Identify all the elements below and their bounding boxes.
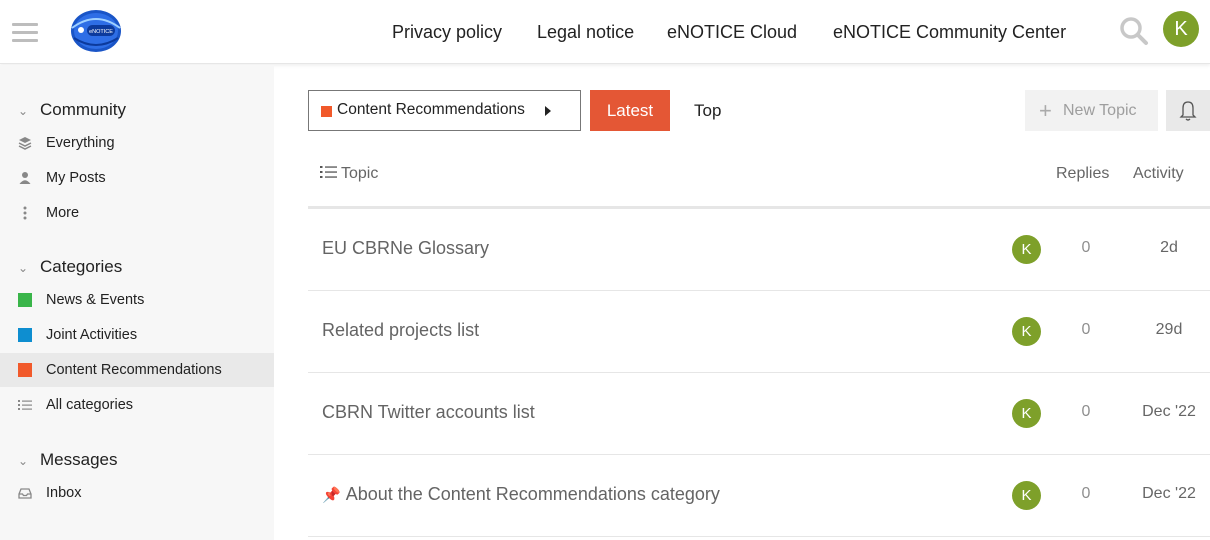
sidebar-item-all-categories[interactable]: All categories <box>0 388 274 422</box>
category-color-swatch <box>321 106 332 117</box>
poster-avatar[interactable]: K <box>1012 235 1041 264</box>
nav-privacy-policy[interactable]: Privacy policy <box>392 18 502 46</box>
column-header-activity[interactable]: Activity <box>1133 165 1184 183</box>
sidebar: ⌄ Community Everything My Posts More ⌄ Cat… <box>0 65 274 540</box>
nav-enotice-cloud[interactable]: eNOTICE Cloud <box>667 18 797 46</box>
new-topic-button[interactable]: + New Topic <box>1025 90 1158 131</box>
column-header-replies[interactable]: Replies <box>1056 165 1109 183</box>
reply-count: 0 <box>1081 321 1091 338</box>
category-color-swatch <box>18 293 32 307</box>
sidebar-item-label: Content Recommendations <box>46 362 222 378</box>
activity-time[interactable]: 29d <box>1128 321 1210 339</box>
logo-text: eNOTICE <box>89 29 113 35</box>
sidebar-item-label: My Posts <box>46 170 106 186</box>
caret-right-icon <box>545 106 551 116</box>
poster-avatar[interactable]: K <box>1012 399 1041 428</box>
reply-count: 0 <box>1081 403 1091 420</box>
poster-avatar[interactable]: K <box>1012 317 1041 346</box>
user-icon <box>19 172 31 184</box>
sidebar-item-content-recommendations[interactable]: Content Recommendations <box>0 353 274 387</box>
sidebar-item-label: All categories <box>46 397 134 413</box>
pin-icon: 📌 <box>322 487 341 504</box>
topic-title-link[interactable]: EU CBRNe Glossary <box>322 238 489 259</box>
site-header: eNOTICE Privacy policy Legal notice eNOT… <box>0 0 1210 64</box>
hamburger-menu-icon[interactable] <box>12 23 40 43</box>
sidebar-section-label: Messages <box>40 450 118 469</box>
table-row: CBRN Twitter accounts list K 0 Dec '22 <box>308 373 1210 455</box>
plus-icon: + <box>1039 98 1052 123</box>
topic-title-text: About the Content Recommendations catego… <box>345 484 720 504</box>
category-color-swatch <box>18 363 32 377</box>
nav-legal-notice[interactable]: Legal notice <box>537 18 634 46</box>
sidebar-item-label: Inbox <box>46 485 82 501</box>
sidebar-item-label: Joint Activities <box>46 327 138 343</box>
topic-title-link[interactable]: 📌 About the Content Recommendations categ… <box>322 484 720 505</box>
sidebar-item-my-posts[interactable]: My Posts <box>0 161 274 195</box>
sidebar-item-everything[interactable]: Everything <box>0 126 274 160</box>
list-icon <box>18 400 32 410</box>
nav-community-center[interactable]: eNOTICE Community Center <box>833 18 1066 46</box>
sidebar-section-categories[interactable]: ⌄ Categories <box>18 254 122 280</box>
column-header-topic[interactable]: Topic <box>320 165 378 183</box>
chevron-down-icon: ⌄ <box>18 261 29 275</box>
sidebar-item-news-events[interactable]: News & Events <box>0 283 274 317</box>
sidebar-section-community[interactable]: ⌄ Community <box>18 97 126 123</box>
inbox-icon <box>18 488 32 499</box>
notifications-button[interactable] <box>1166 90 1210 131</box>
table-row: 📌 About the Content Recommendations categ… <box>308 455 1210 537</box>
category-selector-button[interactable]: Content Recommendations <box>308 90 581 131</box>
topic-title-link[interactable]: CBRN Twitter accounts list <box>322 402 535 423</box>
user-avatar[interactable]: K <box>1163 11 1199 47</box>
category-color-swatch <box>18 328 32 342</box>
activity-time[interactable]: 2d <box>1128 239 1210 257</box>
chevron-down-icon: ⌄ <box>18 104 29 118</box>
enotice-logo[interactable]: eNOTICE <box>68 8 124 54</box>
table-row: Related projects list K 0 29d <box>308 291 1210 373</box>
reply-count: 0 <box>1081 239 1091 256</box>
new-topic-label: New Topic <box>1063 102 1137 119</box>
column-header-label: Topic <box>341 165 379 182</box>
bell-icon <box>1179 101 1197 121</box>
layers-icon <box>18 137 32 150</box>
chevron-down-icon: ⌄ <box>18 454 29 468</box>
tab-top[interactable]: Top <box>694 90 721 131</box>
sidebar-item-joint-activities[interactable]: Joint Activities <box>0 318 274 352</box>
tab-latest[interactable]: Latest <box>590 90 670 131</box>
table-row: EU CBRNe Glossary K 0 2d <box>308 209 1210 291</box>
topic-title-link[interactable]: Related projects list <box>322 320 479 341</box>
sidebar-item-label: Everything <box>46 135 115 151</box>
sidebar-section-label: Categories <box>40 257 123 276</box>
sidebar-section-label: Community <box>40 100 126 119</box>
topic-list-area: Content Recommendations Latest Top + New… <box>308 65 1210 540</box>
activity-time[interactable]: Dec '22 <box>1128 485 1210 503</box>
search-icon[interactable] <box>1118 15 1150 47</box>
sidebar-section-messages[interactable]: ⌄ Messages <box>18 447 117 473</box>
reply-count: 0 <box>1081 485 1091 502</box>
category-selector-label: Content Recommendations <box>337 101 525 118</box>
sidebar-item-label: More <box>46 205 80 221</box>
sidebar-item-more[interactable]: More <box>0 196 274 230</box>
activity-time[interactable]: Dec '22 <box>1128 403 1210 421</box>
more-vertical-icon <box>23 206 27 220</box>
list-icon <box>320 166 337 178</box>
poster-avatar[interactable]: K <box>1012 481 1041 510</box>
sidebar-item-inbox[interactable]: Inbox <box>0 476 274 510</box>
sidebar-item-label: News & Events <box>46 292 145 308</box>
